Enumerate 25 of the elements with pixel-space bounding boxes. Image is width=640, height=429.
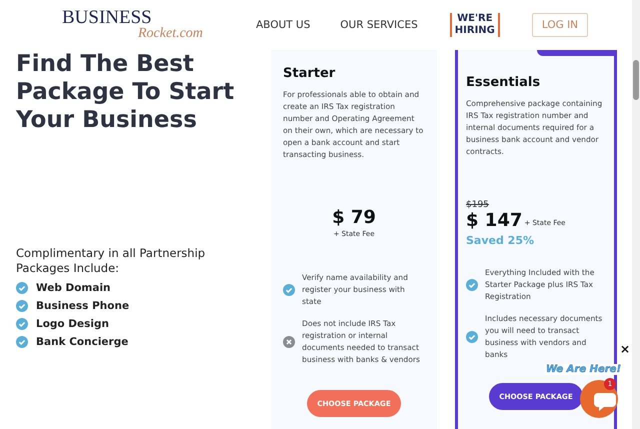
package-name: Essentials <box>466 75 542 90</box>
hiring-badge[interactable]: WE'RE HIRING <box>450 13 500 37</box>
page-heading: Your Business <box>16 106 198 134</box>
complimentary-title: Complimentary in all Partnership Packages Include: <box>16 246 206 276</box>
page-heading: Find The Best <box>16 50 195 78</box>
check-icon <box>16 300 28 312</box>
check-icon <box>16 282 28 294</box>
nav-link[interactable]: ABOUT US <box>256 19 310 31</box>
perk-text: Bank Concierge <box>36 336 128 348</box>
close-button[interactable]: × <box>620 342 630 356</box>
chat-tagline: We Are Here! <box>544 364 624 375</box>
page-heading: Package To Start <box>16 78 236 106</box>
check-icon <box>16 336 28 348</box>
scrollbar[interactable] <box>632 0 640 429</box>
price: $ 147 <box>466 210 522 231</box>
old-price: $195 <box>466 200 489 210</box>
package-name: Starter <box>283 66 336 81</box>
perk-text: Web Domain <box>36 282 111 294</box>
logo[interactable]: BUSINESS Rocket.com <box>62 9 232 41</box>
perk-text: Business Phone <box>36 300 130 312</box>
price: $ 79 <box>332 207 376 228</box>
savings-label: Saved 25% <box>466 234 534 247</box>
perk-text: Logo Design <box>36 318 109 330</box>
check-icon <box>16 318 28 330</box>
nav-link[interactable]: OUR SERVICES <box>340 19 418 31</box>
